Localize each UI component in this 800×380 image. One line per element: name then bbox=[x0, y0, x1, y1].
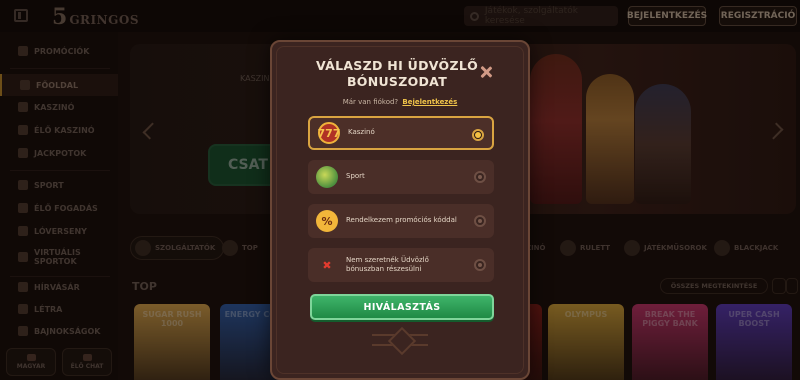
modal-title: VÁLASZD HI ÜDVÖZLŐ BÓNUSZODAT bbox=[315, 58, 479, 90]
welcome-bonus-modal: VÁLASZD HI ÜDVÖZLŐ BÓNUSZODAT Már van fi… bbox=[270, 40, 530, 380]
option-no-bonus[interactable]: ✖ Nem szeretnék Üdvözlő bónuszban részes… bbox=[308, 248, 494, 282]
confirm-choice-button[interactable]: HIVÁLASZTÁS bbox=[310, 294, 494, 320]
soccer-ball-icon bbox=[316, 166, 338, 188]
option-label: Nem szeretnék Üdvözlő bónuszban részesül… bbox=[346, 255, 429, 273]
login-link[interactable]: Bejelentkezés bbox=[402, 98, 457, 106]
close-icon[interactable] bbox=[480, 66, 492, 78]
percent-icon: % bbox=[316, 210, 338, 232]
login-prompt: Már van fiókod? Bejelentkezés bbox=[272, 98, 528, 106]
option-sport[interactable]: Sport bbox=[308, 160, 494, 194]
radio-selected[interactable] bbox=[472, 129, 484, 141]
radio-unselected[interactable] bbox=[474, 171, 486, 183]
modal-ornament bbox=[372, 334, 428, 346]
login-prompt-text: Már van fiókod? bbox=[342, 98, 399, 106]
option-label: Sport bbox=[346, 172, 365, 181]
option-label: Rendelkezem promóciós kóddal bbox=[346, 216, 457, 225]
option-promo-code[interactable]: % Rendelkezem promóciós kóddal bbox=[308, 204, 494, 238]
red-x-icon: ✖ bbox=[322, 258, 332, 272]
radio-unselected[interactable] bbox=[474, 259, 486, 271]
casino-777-icon: 777 bbox=[318, 122, 340, 144]
option-label: Kaszinó bbox=[348, 128, 375, 137]
radio-unselected[interactable] bbox=[474, 215, 486, 227]
option-casino[interactable]: 777 Kaszinó bbox=[308, 116, 494, 150]
